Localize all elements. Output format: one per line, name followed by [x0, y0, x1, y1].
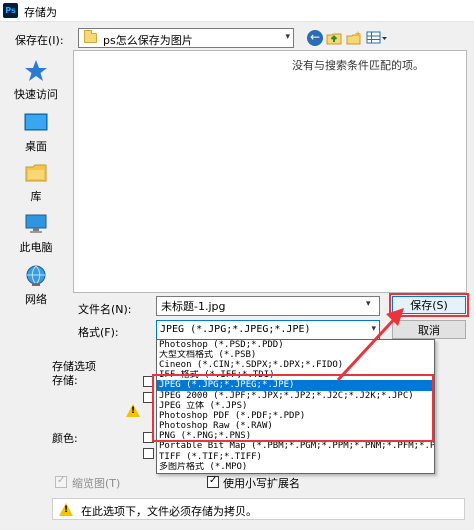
back-icon[interactable]: ←: [307, 30, 323, 46]
new-folder-icon[interactable]: [346, 30, 362, 46]
chevron-down-icon[interactable]: ▾: [366, 299, 371, 309]
thumbnail-checkbox[interactable]: [55, 475, 67, 488]
chevron-down-icon: ▾: [285, 32, 290, 42]
notice-text: 在此选项下，文件必须存储为拷贝。: [81, 505, 257, 518]
title-bar: Ps 存储为: [0, 0, 474, 22]
format-dropdown-list[interactable]: Photoshop (*.PSD;*.PDD) 大型文档格式 (*.PSB) C…: [156, 339, 435, 474]
computer-icon: [24, 212, 48, 236]
up-folder-icon[interactable]: [326, 30, 342, 46]
save-in-value: ps怎么保存为图片: [103, 34, 193, 47]
place-network[interactable]: 网络: [5, 264, 67, 307]
lowercase-ext-label: 使用小写扩展名: [223, 477, 300, 490]
empty-message: 没有与搜索条件匹配的项。: [292, 59, 424, 72]
warning-icon: [59, 503, 73, 516]
format-option-selected[interactable]: JPEG (*.JPG;*.JPEG;*.JPE): [157, 380, 434, 391]
folder-icon: [84, 30, 97, 43]
color-label: 颜色:: [52, 432, 78, 445]
format-dropdown[interactable]: JPEG (*.JPG;*.JPEG;*.JPE) ▾: [156, 320, 380, 340]
photoshop-logo-icon: Ps: [3, 3, 18, 18]
window-title: 存储为: [24, 6, 57, 19]
format-option[interactable]: Portable Bit Map (*.PBM;*.PGM;*.PPM;*.PN…: [157, 441, 434, 452]
network-icon: [24, 264, 48, 288]
lowercase-ext-checkbox[interactable]: [207, 475, 219, 488]
place-this-pc[interactable]: 此电脑: [5, 212, 67, 255]
cancel-button[interactable]: 取消: [392, 320, 466, 339]
format-value: JPEG (*.JPG;*.JPEG;*.JPE): [160, 324, 311, 335]
thumbnail-label: 缩览图(T): [72, 477, 121, 490]
save-button[interactable]: 保存(S): [392, 296, 466, 314]
warning-icon: [126, 404, 140, 417]
library-icon: [24, 161, 48, 185]
save-in-label: 保存在(I):: [15, 34, 64, 47]
option-checkbox[interactable]: [143, 392, 154, 403]
place-quick-access[interactable]: 快速访问: [5, 59, 67, 102]
save-in-dropdown[interactable]: ps怎么保存为图片 ▾: [78, 28, 294, 48]
file-list[interactable]: 没有与搜索条件匹配的项。: [73, 50, 467, 293]
place-library[interactable]: 库: [5, 161, 67, 204]
save-label: 存储:: [52, 374, 78, 387]
places-sidebar: 快速访问 桌面 库 此电脑 网络: [5, 53, 67, 310]
copy-notice: 在此选项下，文件必须存储为拷贝。: [52, 498, 465, 520]
option-checkbox[interactable]: [143, 448, 154, 459]
filename-input[interactable]: [156, 296, 380, 316]
chevron-down-icon: ▾: [371, 324, 376, 334]
format-option[interactable]: 多图片格式 (*.MPO): [157, 462, 434, 473]
option-checkbox[interactable]: [143, 432, 154, 443]
option-checkbox[interactable]: [143, 376, 154, 387]
view-menu-icon[interactable]: [366, 30, 388, 46]
star-icon: [24, 59, 48, 83]
desktop-icon: [24, 111, 48, 135]
place-desktop[interactable]: 桌面: [5, 111, 67, 154]
format-label: 格式(F):: [78, 326, 119, 339]
filename-label: 文件名(N):: [78, 303, 132, 316]
